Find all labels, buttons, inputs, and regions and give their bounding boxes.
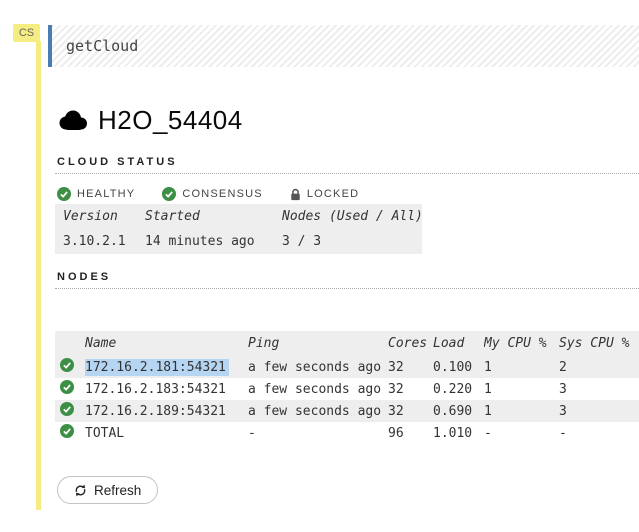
node-row: 172.16.2.181:54321 a few seconds ago 32 … (55, 356, 639, 378)
node-mycpu-cell: 1 (484, 400, 559, 422)
column-header: Version (55, 204, 145, 229)
nodes-count-cell: 3 / 3 (282, 229, 422, 254)
badge-label: LOCKED (307, 188, 359, 200)
node-cores-cell: 32 (388, 378, 433, 400)
started-cell: 14 minutes ago (145, 229, 282, 254)
column-header: Name (85, 331, 248, 356)
nodes-table: Name Ping Cores Load My CPU % Sys CPU % … (55, 331, 639, 444)
table-header-row: Version Started Nodes (Used / All) (55, 204, 422, 229)
status-badge-healthy: HEALTHY (57, 187, 135, 201)
node-row: 172.16.2.189:54321 a few seconds ago 32 … (55, 400, 639, 422)
node-ping-cell: a few seconds ago (248, 400, 388, 422)
node-cores-cell: 96 (388, 422, 433, 444)
node-name-cell[interactable]: 172.16.2.189:54321 (85, 400, 248, 422)
badge-label: CONSENSUS (182, 188, 262, 200)
node-name-cell[interactable]: 172.16.2.181:54321 (85, 356, 248, 378)
node-load-cell: 1.010 (433, 422, 484, 444)
column-header: Nodes (Used / All) (282, 204, 422, 229)
cloud-status-table: Version Started Nodes (Used / All) 3.10.… (55, 204, 422, 254)
check-circle-icon (60, 402, 74, 416)
node-syscpu-cell: 3 (559, 378, 639, 400)
node-mycpu-cell: - (484, 422, 559, 444)
refresh-button-label: Refresh (94, 483, 141, 498)
check-circle-icon (162, 187, 176, 201)
check-circle-icon (57, 187, 71, 201)
node-syscpu-cell: 3 (559, 400, 639, 422)
selected-text[interactable]: 172.16.2.181:54321 (85, 359, 229, 376)
check-circle-icon (60, 358, 74, 372)
check-circle-icon (60, 424, 74, 438)
node-load-cell: 0.220 (433, 378, 484, 400)
table-header-row: Name Ping Cores Load My CPU % Sys CPU % (55, 331, 639, 356)
node-ping-cell: a few seconds ago (248, 378, 388, 400)
code-cell-text[interactable]: getCloud (52, 25, 639, 67)
badge-label: HEALTHY (77, 188, 135, 200)
status-column-header (55, 331, 85, 356)
node-syscpu-cell: - (559, 422, 639, 444)
column-header: My CPU % (484, 331, 559, 356)
node-load-cell: 0.100 (433, 356, 484, 378)
cloud-icon (57, 109, 89, 131)
node-cores-cell: 32 (388, 356, 433, 378)
lock-icon (290, 188, 301, 201)
check-circle-icon (60, 380, 74, 394)
node-name-cell[interactable]: 172.16.2.183:54321 (85, 378, 248, 400)
version-cell: 3.10.2.1 (55, 229, 145, 254)
column-header: Ping (248, 331, 388, 356)
page-title: H2O_54404 (57, 103, 243, 137)
column-header: Load (433, 331, 484, 356)
status-badges: HEALTHY CONSENSUS LOCKED (57, 186, 359, 202)
node-load-cell: 0.690 (433, 400, 484, 422)
total-row: TOTAL - 96 1.010 - - (55, 422, 639, 444)
node-ping-cell: a few seconds ago (248, 356, 388, 378)
node-cores-cell: 32 (388, 400, 433, 422)
node-ping-cell: - (248, 422, 388, 444)
node-syscpu-cell: 2 (559, 356, 639, 378)
column-header: Started (145, 204, 282, 229)
node-mycpu-cell: 1 (484, 378, 559, 400)
code-cell[interactable]: getCloud (48, 25, 639, 67)
nodes-heading: NODES (55, 271, 639, 289)
column-header: Cores (388, 331, 433, 356)
cell-type-badge[interactable]: CS (13, 24, 40, 42)
node-mycpu-cell: 1 (484, 356, 559, 378)
cell-gutter-line (36, 41, 41, 510)
cloud-name: H2O_54404 (98, 105, 243, 136)
node-row: 172.16.2.183:54321 a few seconds ago 32 … (55, 378, 639, 400)
status-badge-locked: LOCKED (290, 188, 359, 201)
node-name-cell: TOTAL (85, 422, 248, 444)
cloud-status-heading: CLOUD STATUS (55, 156, 639, 174)
table-row: 3.10.2.1 14 minutes ago 3 / 3 (55, 229, 422, 254)
refresh-button[interactable]: Refresh (57, 476, 158, 504)
refresh-icon (74, 484, 87, 497)
status-badge-consensus: CONSENSUS (162, 187, 262, 201)
column-header: Sys CPU % (559, 331, 639, 356)
